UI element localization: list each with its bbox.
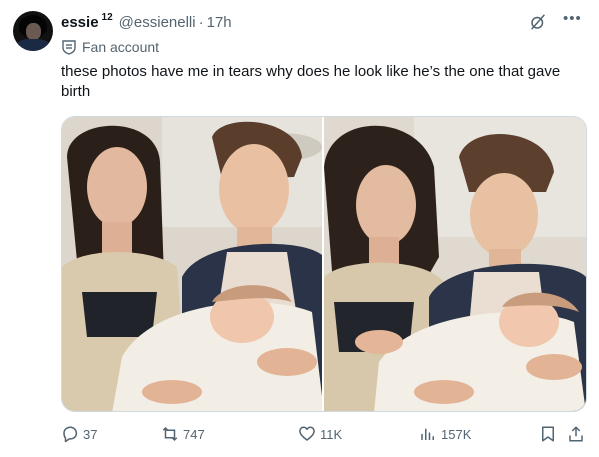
- author-handle[interactable]: @essienelli: [119, 14, 196, 31]
- share-icon: [569, 426, 583, 442]
- community-label: Fan account: [82, 39, 160, 55]
- grok-icon[interactable]: [529, 13, 547, 31]
- repost-count: 747: [183, 426, 205, 442]
- photo-right-image: [324, 117, 586, 411]
- community-label-row[interactable]: Fan account: [61, 37, 159, 57]
- community-shield-icon: [62, 40, 76, 55]
- reply-icon: [63, 426, 78, 443]
- media-container[interactable]: [61, 116, 587, 412]
- bookmark-button[interactable]: [539, 422, 561, 446]
- tweet-time[interactable]: 17h: [207, 14, 232, 31]
- repost-icon: [162, 426, 178, 442]
- bookmark-icon: [542, 426, 554, 442]
- more-options-icon[interactable]: •••: [563, 11, 581, 32]
- repost-button[interactable]: 747: [161, 422, 205, 446]
- like-icon: [299, 426, 315, 441]
- view-count: 157K: [441, 426, 472, 442]
- author-avatar[interactable]: [13, 11, 53, 51]
- tweet-header: essie 12 @essienelli · 17h •••: [61, 11, 581, 32]
- reply-button[interactable]: 37: [61, 422, 97, 446]
- photo-left[interactable]: [62, 117, 324, 411]
- author-badge: 12: [101, 11, 113, 23]
- tweet-text: these photos have me in tears why does h…: [61, 63, 561, 100]
- reply-count: 37: [83, 426, 98, 442]
- separator-dot: ·: [198, 13, 204, 31]
- photo-right[interactable]: [324, 117, 586, 411]
- action-bar: 37 747 11K 157K: [61, 422, 587, 446]
- like-button[interactable]: 11K: [298, 422, 342, 446]
- views-icon: [421, 428, 434, 440]
- like-count: 11K: [320, 426, 343, 442]
- views-button[interactable]: 157K: [419, 422, 471, 446]
- author-name[interactable]: essie: [61, 14, 99, 31]
- photo-left-image: [62, 117, 322, 411]
- share-button[interactable]: [567, 422, 589, 446]
